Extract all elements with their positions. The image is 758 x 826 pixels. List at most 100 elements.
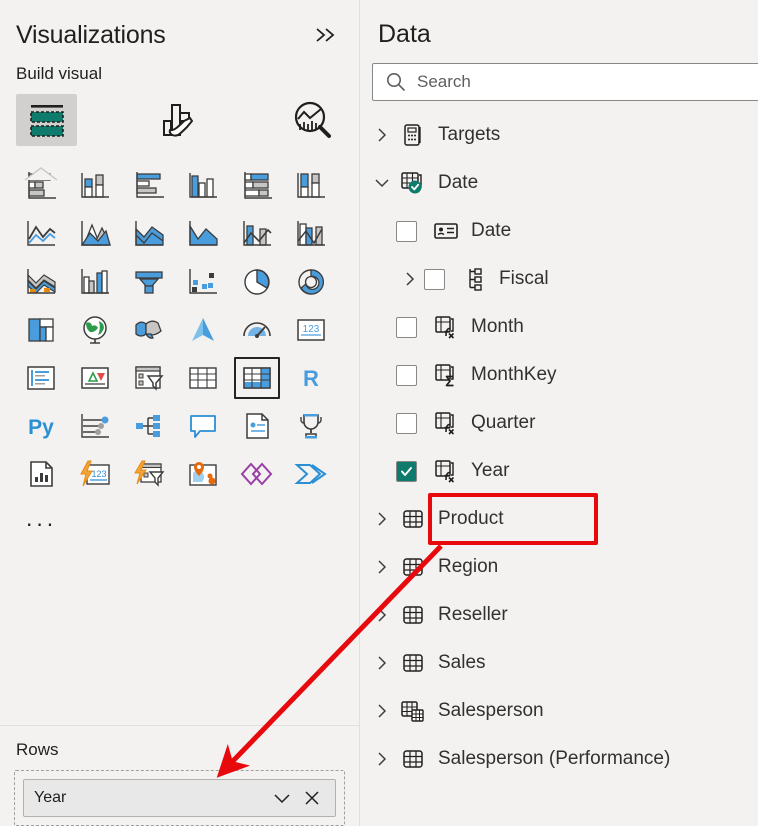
chevron-right-icon[interactable] [368,510,396,528]
chevron-right-icon[interactable] [368,654,396,672]
calculated-column-icon [429,458,463,484]
viz-line-and-stacked-column-chart[interactable] [179,212,227,256]
viz-line-and-clustered-column-chart[interactable] [233,212,281,256]
visualization-type-grid: 123 R Py 123 [0,150,359,498]
viz-card[interactable]: 123 [287,308,335,352]
chevron-down-icon[interactable] [267,783,297,813]
viz-r-script-visual[interactable]: R [287,356,335,400]
chevron-right-icon[interactable] [368,750,396,768]
viz-gauge[interactable] [233,308,281,352]
field-checkbox[interactable] [424,268,445,290]
viz-key-influencers[interactable] [71,404,119,448]
tree-node-quarter[interactable]: Quarter [360,399,758,447]
tree-node-year[interactable]: Year [360,447,758,495]
chevron-right-icon[interactable] [396,270,424,288]
viz-metrics[interactable] [287,404,335,448]
tree-node-salesperson[interactable]: Salesperson [360,687,758,735]
viz-map[interactable] [71,308,119,352]
viz-funnel[interactable] [125,260,173,304]
field-checkbox[interactable] [396,412,417,434]
svg-text:123: 123 [91,469,106,479]
paginated-report-icon [30,461,53,487]
viz-python-visual[interactable]: Py [17,404,65,448]
tree-node-monthkey[interactable]: MonthKey [360,351,758,399]
viz-stacked-column-chart[interactable] [71,164,119,208]
date-field-icon [429,221,463,241]
rows-well-chip[interactable]: Year [23,779,336,817]
viz-funnel-chart[interactable] [71,260,119,304]
tree-node-date-field[interactable]: Date [360,207,758,255]
field-checkbox[interactable] [396,220,417,242]
tab-analytics[interactable] [282,94,343,146]
field-checkbox[interactable] [396,364,417,386]
tree-node-targets[interactable]: Targets [360,111,758,159]
double-chevron-right-icon [316,28,335,42]
close-icon[interactable] [297,783,327,813]
viz-filled-map[interactable] [125,308,173,352]
field-checkbox-year[interactable] [396,460,417,482]
tree-node-reseller[interactable]: Reseller [360,591,758,639]
tree-node-fiscal[interactable]: Fiscal [360,255,758,303]
data-fields-tree: Targets Date Date Fiscal Month MonthKey … [360,101,758,783]
tree-node-salesperson-performance[interactable]: Salesperson (Performance) [360,735,758,783]
viz-pie-chart[interactable] [233,260,281,304]
viz-decomposition-tree[interactable] [125,404,173,448]
search-input[interactable]: Search [372,63,758,101]
rows-well-dropzone[interactable]: Year [14,770,345,826]
viz-power-bi-azure[interactable] [287,452,335,496]
viz-power-apps[interactable] [125,452,173,496]
tab-format-visual[interactable] [149,94,210,146]
svg-text:R: R [303,366,319,391]
viz-power-automate[interactable]: 123 [71,452,119,496]
multi-row-card-icon [27,366,55,390]
viz-narrative[interactable] [233,404,281,448]
rows-well-title: Rows [16,740,59,759]
tree-node-date-table[interactable]: Date [360,159,758,207]
more-visuals-button[interactable]: ... [0,498,359,530]
tree-node-month[interactable]: Month [360,303,758,351]
chevron-right-icon[interactable] [368,702,396,720]
viz-azure-map[interactable] [179,308,227,352]
collapse-pane-button[interactable] [311,20,341,50]
chevron-down-icon[interactable] [368,175,396,191]
viz-table[interactable] [179,356,227,400]
build-visual-label: Build visual [16,64,102,83]
chevron-right-icon[interactable] [368,126,396,144]
tab-build-visual[interactable] [16,94,77,146]
gauge-icon [243,322,271,338]
viz-pane-spacer [0,524,359,725]
narrative-icon [246,413,269,439]
viz-slicer[interactable] [125,356,173,400]
viz-line-chart[interactable] [17,212,65,256]
viz-kpi[interactable] [71,356,119,400]
viz-waterfall-chart[interactable] [17,260,65,304]
visualizations-header: Visualizations [0,0,359,50]
viz-ribbon-chart[interactable] [287,212,335,256]
chevron-right-icon[interactable] [368,558,396,576]
viz-visio-visual[interactable] [233,452,281,496]
viz-clustered-column-chart[interactable] [179,164,227,208]
chevron-right-icon[interactable] [368,606,396,624]
viz-paginated-report[interactable] [17,452,65,496]
data-pane: Data Search Targets Date Date Fiscal Mon… [360,0,758,826]
calculated-column-icon [429,410,463,436]
viz-q-and-a[interactable] [179,404,227,448]
viz-multi-row-card[interactable] [17,356,65,400]
tree-node-label: Salesperson (Performance) [438,748,671,769]
viz-100-stacked-bar-chart[interactable] [233,164,281,208]
field-checkbox[interactable] [396,316,417,338]
tree-node-product[interactable]: Product [360,495,758,543]
power-automate-card-icon: 123 [80,460,110,487]
viz-treemap[interactable] [17,308,65,352]
viz-arcgis-maps[interactable] [179,452,227,496]
viz-stacked-area-chart[interactable] [125,212,173,256]
viz-scatter-chart[interactable] [179,260,227,304]
viz-area-chart[interactable] [71,212,119,256]
viz-donut-chart[interactable] [287,260,335,304]
tree-node-region[interactable]: Region [360,543,758,591]
viz-clustered-bar-chart[interactable] [125,164,173,208]
viz-matrix[interactable] [233,356,281,400]
viz-100-stacked-column-chart[interactable] [287,164,335,208]
analytics-icon [294,101,331,138]
tree-node-sales[interactable]: Sales [360,639,758,687]
